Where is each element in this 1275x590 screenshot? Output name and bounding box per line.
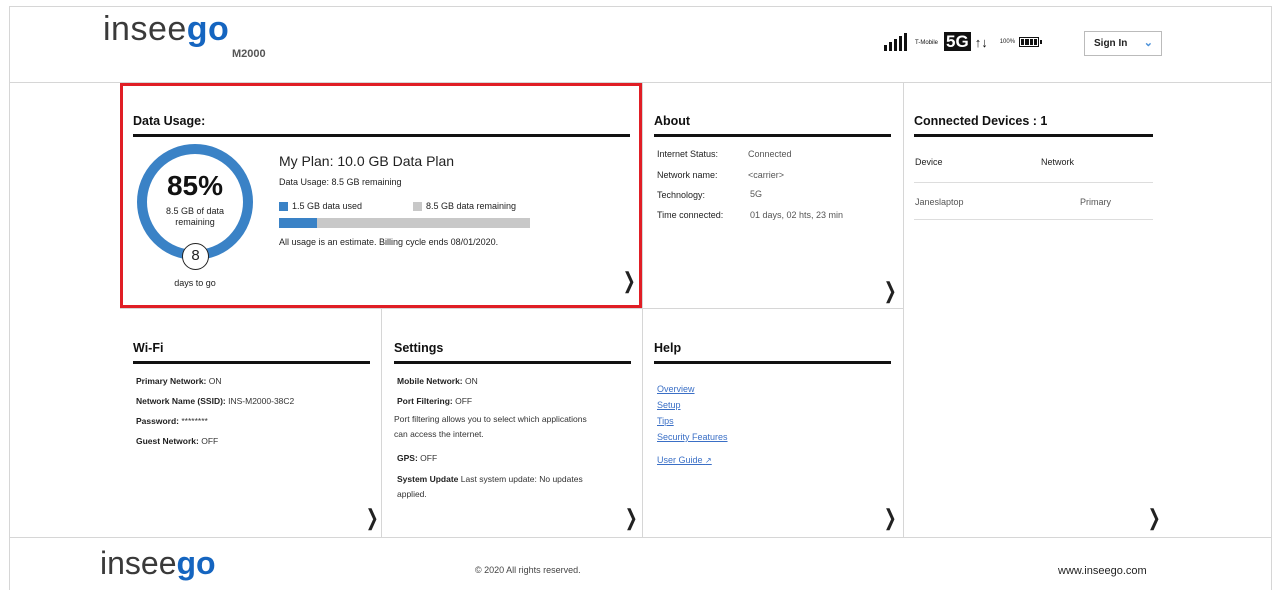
about-value: 5G (750, 189, 763, 199)
about-value: <carrier> (748, 170, 785, 180)
port-filter-description-2: can access the internet. (394, 429, 484, 439)
settings-chevron-icon[interactable]: ❯ (625, 505, 638, 531)
data-transfer-icon: ↑↓ (974, 35, 988, 50)
legend-remaining-label: 8.5 GB data remaining (426, 201, 517, 211)
table-divider (914, 182, 1153, 183)
section-rule (133, 134, 630, 137)
wifi-ssid: Network Name (SSID): INS-M2000-38C2 (136, 396, 295, 406)
days-count: 8 (182, 243, 209, 270)
about-value: Connected (748, 149, 792, 159)
data-usage-chevron-icon[interactable]: ❯ (623, 268, 636, 294)
settings-port-filtering: Port Filtering: OFF (397, 396, 473, 406)
table-divider (914, 219, 1153, 220)
usage-progress-bar (279, 218, 530, 228)
divider (903, 83, 904, 537)
chevron-down-icon: ⌄ (1143, 37, 1153, 49)
carrier-name: T-Mobile (915, 40, 939, 46)
section-rule (394, 361, 631, 364)
help-title: Help (654, 341, 682, 355)
footer-inseego-logo: inseego (100, 545, 216, 581)
wifi-chevron-icon[interactable]: ❯ (366, 505, 379, 531)
data-usage-title: Data Usage: (133, 114, 206, 128)
signal-icon (884, 31, 907, 51)
divider (120, 308, 903, 309)
external-link-icon: ↗ (705, 456, 712, 465)
about-title: About (654, 114, 691, 128)
about-value: 01 days, 02 hts, 23 min (750, 210, 844, 220)
connected-devices-chevron-icon[interactable]: ❯ (1148, 505, 1161, 531)
legend-remaining: 8.5 GB data remaining (413, 201, 516, 211)
settings-gps: GPS: OFF (397, 453, 438, 463)
settings-title: Settings (394, 341, 444, 355)
user-guide-label: User Guide (657, 455, 703, 465)
help-chevron-icon[interactable]: ❯ (884, 505, 897, 531)
legend-swatch-remaining (413, 201, 422, 211)
remaining-label: 8.5 GB of data remaining (165, 206, 225, 227)
usage-percent: 85% (166, 170, 224, 201)
status-bar: T-Mobile 5G ↑↓ 100% (884, 27, 1043, 51)
inseego-logo: inseego (103, 10, 230, 48)
help-link-tips[interactable]: Tips (657, 416, 674, 426)
settings-system-update-cont: applied. (397, 489, 427, 499)
copyright: © 2020 All rights reserved. (475, 565, 581, 575)
model-name: M2000 (232, 48, 266, 60)
usage-summary: Data Usage: 8.5 GB remaining (279, 177, 402, 187)
wifi-title: Wi-Fi (133, 341, 164, 355)
section-rule (654, 361, 891, 364)
divider (642, 83, 643, 537)
help-link-security-features[interactable]: Security Features (657, 432, 728, 442)
about-label: Technology: (657, 190, 706, 200)
about-chevron-icon[interactable]: ❯ (884, 278, 897, 304)
divider (381, 308, 382, 537)
about-label: Network name: (657, 170, 718, 180)
usage-progress-fill (279, 218, 317, 228)
help-link-setup[interactable]: Setup (657, 400, 681, 410)
battery-icon (1019, 37, 1043, 47)
settings-mobile-network: Mobile Network: ON (397, 376, 478, 386)
legend-used-label: 1.5 GB data used (292, 201, 363, 211)
device-name: Janeslaptop (915, 197, 964, 207)
legend-used: 1.5 GB data used (279, 201, 362, 211)
network-column-header: Network (1041, 157, 1075, 167)
wifi-guest-network: Guest Network: OFF (136, 436, 219, 446)
footer-divider (9, 537, 1272, 538)
help-link-user-guide[interactable]: User Guide ↗ (657, 455, 712, 465)
settings-system-update: System Update Last system update: No upd… (397, 474, 583, 484)
wifi-primary-network: Primary Network: ON (136, 376, 222, 386)
device-network: Primary (1080, 197, 1111, 207)
website-link[interactable]: www.inseego.com (1058, 565, 1147, 577)
section-rule (654, 134, 891, 137)
port-filter-description-1: Port filtering allows you to select whic… (394, 414, 587, 424)
battery-percent: 100% (999, 39, 1016, 45)
about-label: Time connected: (657, 210, 724, 220)
days-label: days to go (174, 278, 216, 288)
billing-estimate: All usage is an estimate. Billing cycle … (279, 237, 499, 247)
network-type-badge: 5G (944, 32, 971, 51)
section-rule (133, 361, 370, 364)
sign-in-label: Sign In (1094, 38, 1128, 49)
sign-in-dropdown[interactable]: Sign In ⌄ (1084, 31, 1162, 56)
connected-devices-title: Connected Devices : 1 (914, 114, 1048, 128)
legend-swatch-used (279, 201, 288, 211)
device-column-header: Device (915, 157, 943, 167)
help-link-overview[interactable]: Overview (657, 384, 695, 394)
section-rule (914, 134, 1153, 137)
about-label: Internet Status: (657, 149, 719, 159)
wifi-password: Password: ******** (136, 416, 208, 426)
plan-name: My Plan: 10.0 GB Data Plan (279, 153, 455, 169)
